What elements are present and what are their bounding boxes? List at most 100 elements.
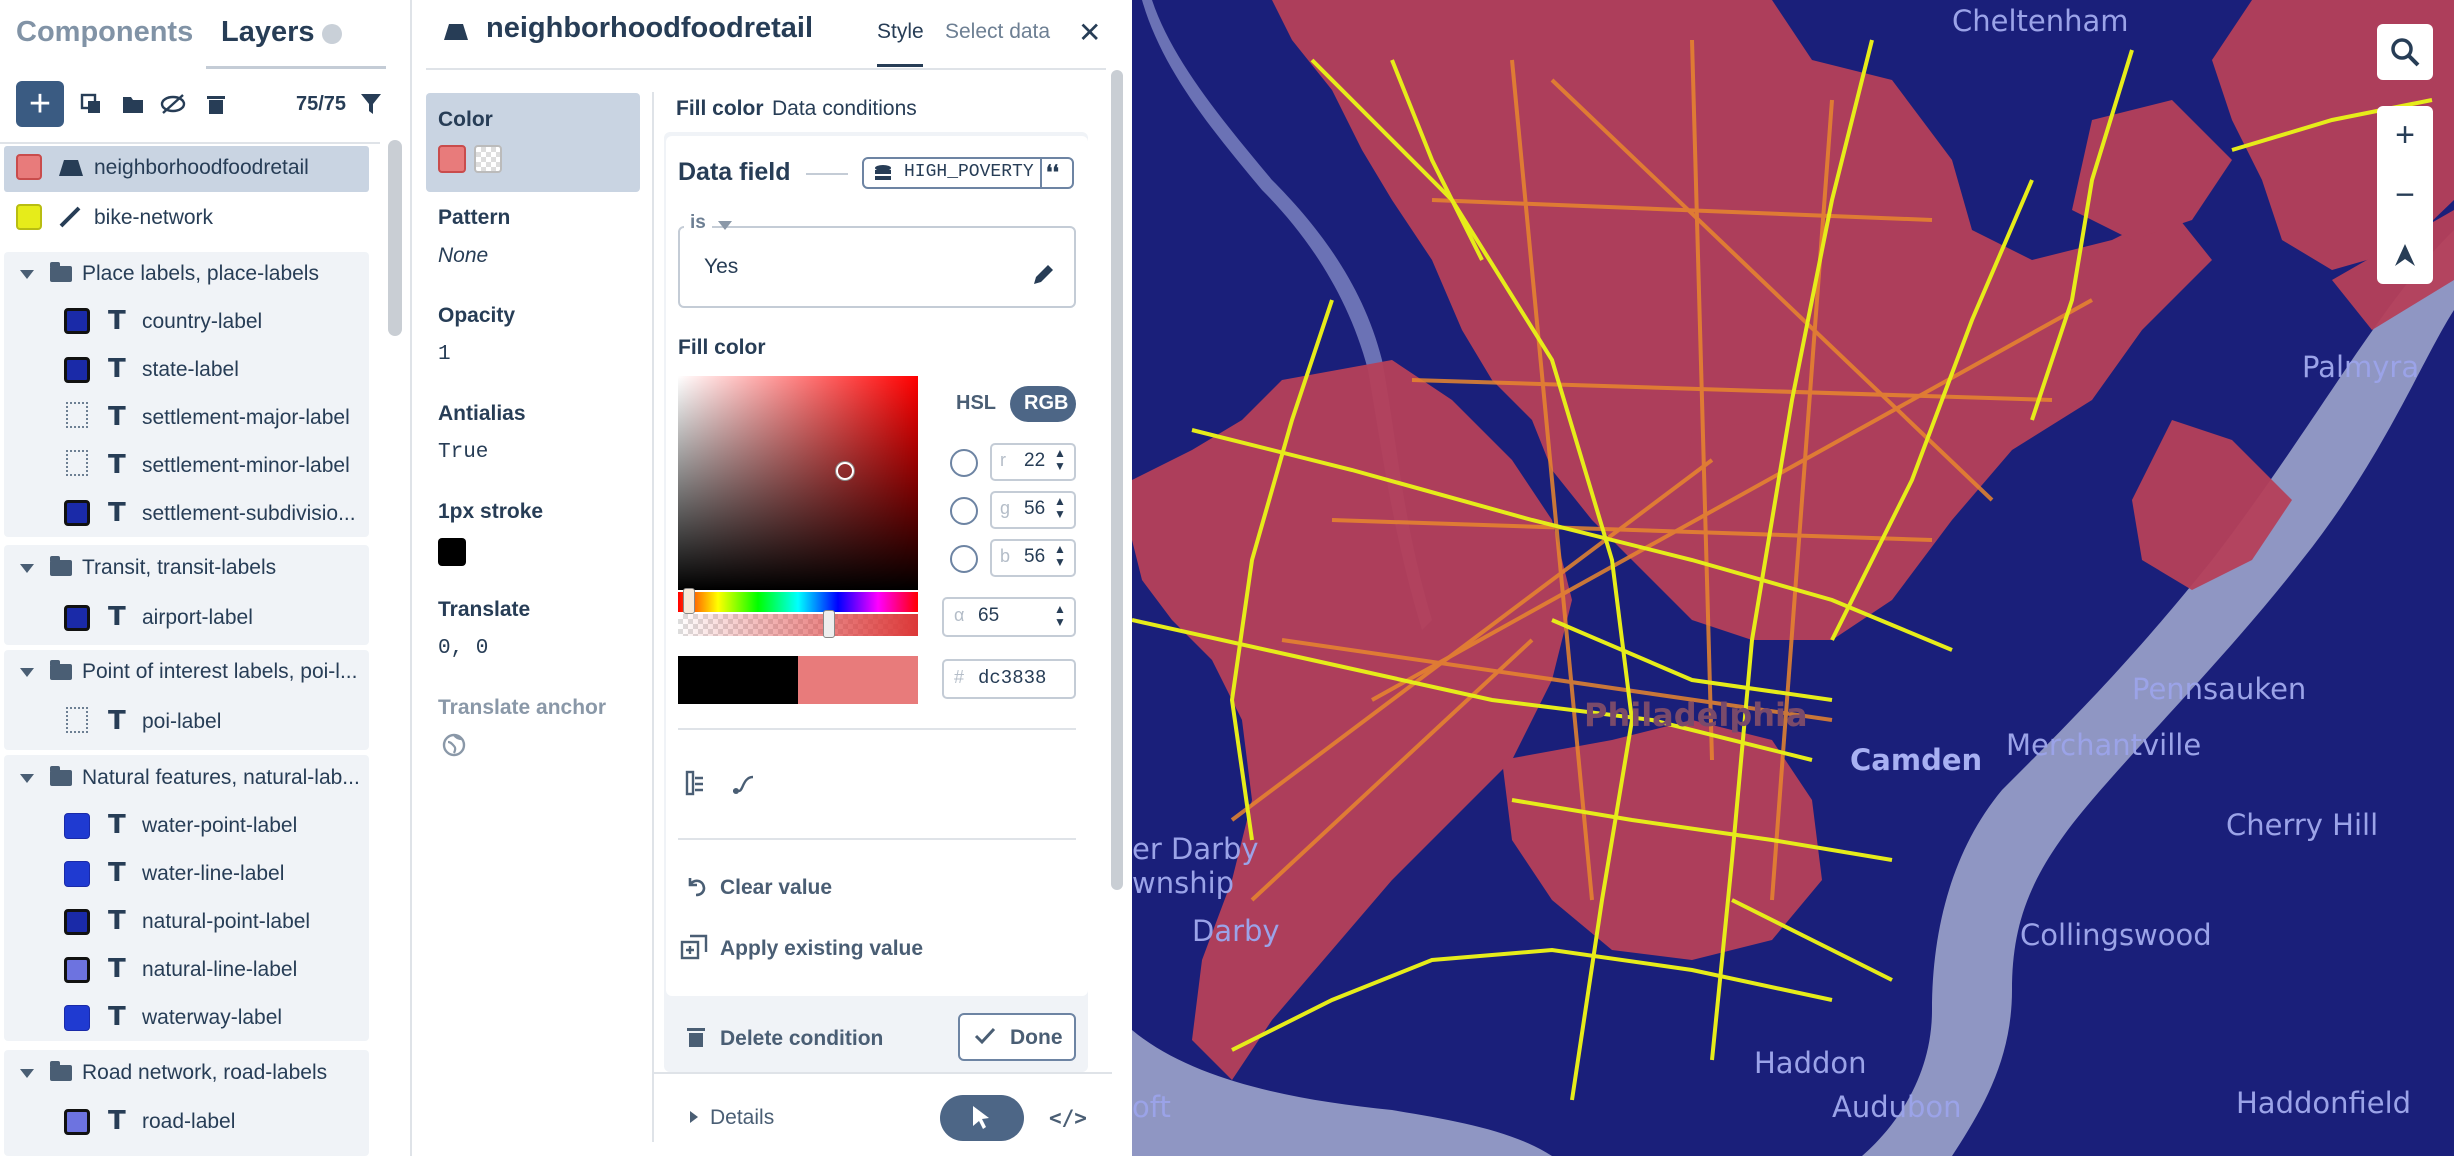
- hue-slider[interactable]: [678, 592, 918, 612]
- previous-color-swatch: [678, 656, 798, 704]
- divider: [0, 142, 380, 144]
- code-icon[interactable]: </>: [1049, 1106, 1087, 1130]
- undo-icon[interactable]: [684, 874, 708, 903]
- hsl-toggle[interactable]: HSL: [956, 392, 996, 415]
- apply-existing-value-button[interactable]: Apply existing value: [720, 937, 923, 961]
- map-label: er Darby: [1132, 832, 1259, 866]
- compass-icon[interactable]: [2377, 226, 2433, 284]
- layer-name[interactable]: settlement-major-label: [142, 406, 350, 430]
- subtab-data-conditions[interactable]: Data conditions: [772, 97, 917, 121]
- map-canvas[interactable]: Cheltenham Palmyra Pennsauken Merchantvi…: [1132, 0, 2454, 1156]
- curve-icon[interactable]: [730, 772, 756, 801]
- color-saturation-area[interactable]: [678, 376, 918, 590]
- chevron-down-icon[interactable]: [20, 1069, 34, 1078]
- pencil-icon[interactable]: [1030, 262, 1056, 293]
- property-label[interactable]: Antialias: [438, 402, 526, 426]
- quote-icon[interactable]: ❛❛: [1046, 160, 1059, 185]
- layer-color-swatch: [16, 154, 42, 180]
- divider: [652, 1072, 1112, 1074]
- layer-name[interactable]: state-label: [142, 358, 239, 382]
- apply-icon[interactable]: [680, 934, 708, 965]
- radio-g[interactable]: [950, 497, 978, 525]
- color-picker-handle[interactable]: [836, 462, 854, 480]
- folder-icon[interactable]: [118, 89, 148, 119]
- swatch-list-icon[interactable]: [684, 770, 708, 801]
- chevron-right-icon[interactable]: [690, 1111, 698, 1123]
- layer-name[interactable]: road-label: [142, 1110, 235, 1134]
- delete-condition-button[interactable]: Delete condition: [720, 1027, 883, 1051]
- chevron-down-icon[interactable]: [20, 270, 34, 279]
- property-value: 1: [438, 343, 451, 366]
- add-layer-button[interactable]: +: [16, 81, 64, 127]
- tab-components[interactable]: Components: [16, 16, 193, 49]
- search-icon[interactable]: [2377, 24, 2433, 80]
- alpha-slider[interactable]: [678, 614, 918, 636]
- chevron-down-icon[interactable]: [20, 564, 34, 573]
- duplicate-icon[interactable]: [76, 89, 106, 119]
- layers-panel: Components Layers + 75/75 neighborhoodfo…: [0, 0, 412, 1156]
- layer-name[interactable]: poi-label: [142, 710, 221, 734]
- text-layer-icon: T: [108, 954, 126, 984]
- symbol-icon: [64, 1109, 90, 1135]
- hue-slider-handle[interactable]: [683, 588, 695, 614]
- stepper-icon[interactable]: ▲ ▼: [1054, 495, 1066, 521]
- clear-value-button[interactable]: Clear value: [720, 876, 832, 900]
- property-label[interactable]: Translate anchor: [438, 696, 606, 720]
- hide-icon[interactable]: [158, 89, 188, 119]
- symbol-icon: [64, 500, 90, 526]
- layer-name[interactable]: bike-network: [94, 206, 213, 230]
- stepper-icon[interactable]: ▲ ▼: [1054, 543, 1066, 569]
- property-label[interactable]: Opacity: [438, 304, 515, 328]
- group-name[interactable]: Point of interest labels, poi-l...: [82, 660, 357, 684]
- chevron-down-icon[interactable]: [20, 774, 34, 783]
- layer-name[interactable]: settlement-subdivisio...: [142, 502, 356, 526]
- layer-name[interactable]: water-line-label: [142, 862, 284, 886]
- trash-icon[interactable]: [686, 1026, 706, 1053]
- property-label[interactable]: Pattern: [438, 206, 510, 230]
- scrollbar[interactable]: [388, 140, 402, 336]
- hex-value: dc3838: [978, 667, 1047, 689]
- chevron-down-icon[interactable]: [20, 668, 34, 677]
- group-name[interactable]: Road network, road-labels: [82, 1061, 327, 1085]
- radio-b[interactable]: [950, 545, 978, 573]
- subtab-fill-color[interactable]: Fill color: [676, 97, 764, 121]
- property-value: True: [438, 441, 489, 464]
- layer-name[interactable]: airport-label: [142, 606, 253, 630]
- bike-route: [1231, 947, 1833, 1052]
- text-layer-icon: T: [108, 498, 126, 528]
- layer-name[interactable]: water-point-label: [142, 814, 297, 838]
- filter-icon[interactable]: [360, 92, 382, 121]
- group-name[interactable]: Natural features, natural-lab...: [82, 766, 360, 790]
- details-toggle[interactable]: Details: [710, 1106, 774, 1130]
- trash-icon[interactable]: [201, 89, 231, 119]
- layer-name[interactable]: neighborhoodfoodretail: [94, 156, 309, 180]
- rgb-toggle[interactable]: RGB: [1024, 392, 1068, 415]
- stepper-icon[interactable]: ▲ ▼: [1054, 603, 1066, 629]
- river-shape: [1132, 1030, 1552, 1156]
- layer-name[interactable]: waterway-label: [142, 1006, 282, 1030]
- chevron-down-icon[interactable]: [718, 221, 732, 230]
- layer-name[interactable]: natural-point-label: [142, 910, 310, 934]
- property-label[interactable]: Translate: [438, 598, 530, 622]
- close-icon[interactable]: ✕: [1078, 16, 1101, 49]
- tab-select-data[interactable]: Select data: [945, 20, 1050, 44]
- group-name[interactable]: Place labels, place-labels: [82, 262, 319, 286]
- alpha-slider-handle[interactable]: [823, 610, 835, 638]
- property-label[interactable]: Color: [438, 108, 493, 132]
- cursor-icon: [970, 1104, 992, 1135]
- zoom-out-button[interactable]: −: [2377, 166, 2433, 224]
- layer-name[interactable]: natural-line-label: [142, 958, 297, 982]
- map-label: Haddonfield: [2236, 1086, 2412, 1120]
- property-label[interactable]: 1px stroke: [438, 500, 543, 524]
- layer-name[interactable]: country-label: [142, 310, 262, 334]
- tab-style[interactable]: Style: [877, 20, 924, 44]
- zoom-in-button[interactable]: +: [2377, 106, 2433, 164]
- tab-layers[interactable]: Layers: [221, 16, 315, 49]
- scrollbar[interactable]: [1111, 70, 1123, 890]
- operator-label[interactable]: is: [684, 212, 712, 234]
- group-name[interactable]: Transit, transit-labels: [82, 556, 276, 580]
- layer-name[interactable]: settlement-minor-label: [142, 454, 350, 478]
- stepper-icon[interactable]: ▲ ▼: [1054, 447, 1066, 473]
- radio-r[interactable]: [950, 449, 978, 477]
- folder-icon: [50, 556, 72, 576]
